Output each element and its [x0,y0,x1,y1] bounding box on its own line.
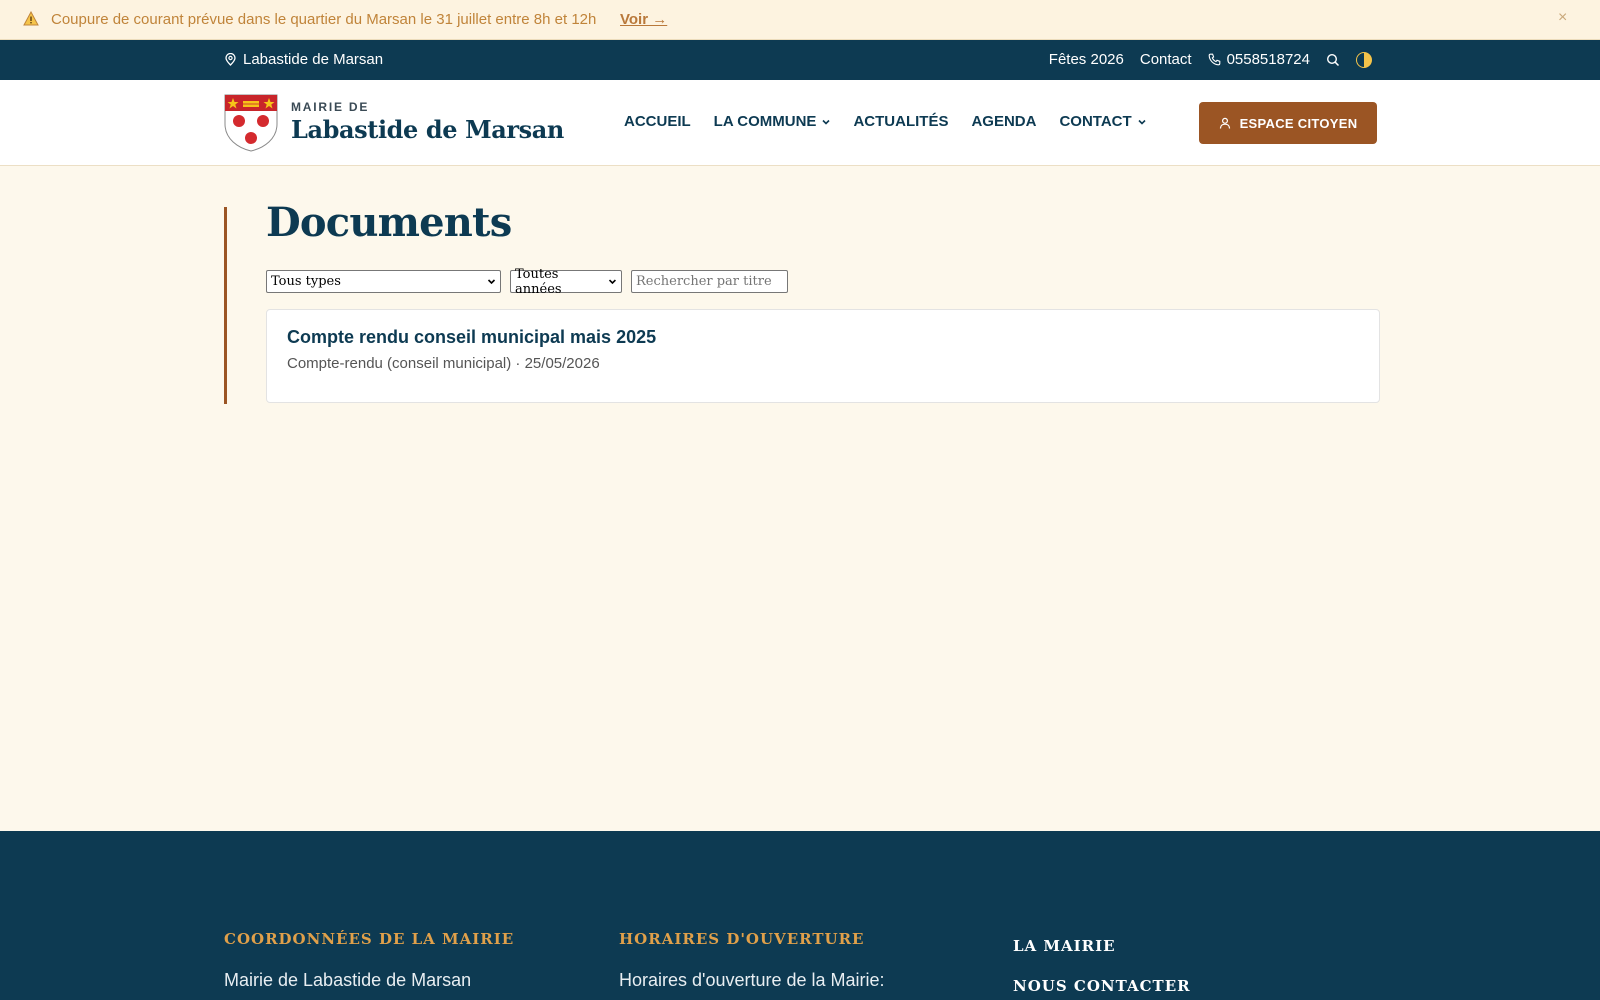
type-filter-value: Tous types [271,274,341,289]
type-filter-select[interactable]: Tous types [266,270,501,293]
documents-section: Documents Tous types Toutes années Compt… [224,199,1380,404]
nav-item-actualites[interactable]: ACTUALITÉS [853,113,948,130]
coat-of-arms-icon[interactable] [224,94,278,152]
year-filter-value: Toutes années [515,266,562,297]
alert-banner: Coupure de courant prévue dans le quarti… [0,0,1600,40]
chevron-down-icon [487,279,496,285]
nav-label: AGENDA [971,113,1037,130]
footer-address: Mairie de Labastide de Marsan [224,970,472,990]
top-bar-links: Fêtes 2026 Contact 0558518724 [1049,51,1372,68]
alert-link[interactable]: Voir → [620,11,667,28]
footer-link-mairie[interactable]: LA MAIRIE [1013,937,1116,955]
chevron-down-icon [609,279,617,285]
footer-heading-contact: COORDONNÉES DE LA MAIRIE [224,930,515,948]
alert-message: Coupure de courant prévue dans le quarti… [51,11,597,28]
location-label: Labastide de Marsan [243,51,384,68]
top-link-contact[interactable]: Contact [1140,51,1192,68]
nav-item-agenda[interactable]: AGENDA [971,113,1036,130]
user-icon [1219,117,1230,129]
document-card[interactable]: Compte rendu conseil municipal mais 2025… [266,309,1380,403]
warning-icon [23,11,39,26]
nav-label: ACCUEIL [624,113,691,130]
nav-label: CONTACT [1059,113,1132,130]
citizen-space-button[interactable]: ESPACE CITOYEN [1199,102,1377,144]
search-icon[interactable] [1326,53,1340,67]
year-filter-select[interactable]: Toutes années [510,267,622,297]
top-link-fetes[interactable]: Fêtes 2026 [1049,51,1124,68]
top-bar: Labastide de Marsan Fêtes 2026 Contact 0… [0,40,1600,80]
nav-item-accueil[interactable]: ACCUEIL [624,113,691,130]
location: Labastide de Marsan [225,51,383,68]
nav-item-contact[interactable]: CONTACT [1059,113,1146,130]
document-meta: Compte-rendu (conseil municipal) · 25/05… [287,355,600,372]
nav-item-la-commune[interactable]: LA COMMUNE [714,113,831,130]
chevron-down-icon [822,119,831,125]
brand-subtitle: MAIRIE DE [291,100,370,114]
page-title: Documents [266,199,512,246]
nav-label: ACTUALITÉS [853,113,949,130]
document-filters: Tous types Toutes années [266,267,788,297]
phone-icon [1208,53,1220,66]
main-nav: ACCUEIL LA COMMUNE ACTUALITÉS AGENDA CON… [624,113,1169,130]
site-header: MAIRIE DE Labastide de Marsan ACCUEIL LA… [0,80,1600,166]
title-search-input[interactable] [631,270,788,293]
phone-number: 0558518724 [1226,51,1310,68]
map-pin-icon [225,53,236,66]
nav-label: LA COMMUNE [713,113,817,130]
site-footer: COORDONNÉES DE LA MAIRIE Mairie de Labas… [0,831,1600,1000]
footer-link-contact[interactable]: NOUS CONTACTER [1013,977,1191,995]
brand-title[interactable]: Labastide de Marsan [291,115,564,144]
phone-link[interactable]: 0558518724 [1208,51,1310,68]
citizen-space-label: ESPACE CITOYEN [1239,115,1358,131]
chevron-down-icon [1138,119,1146,125]
close-icon[interactable]: × [1558,9,1567,27]
footer-hours-text: Horaires d'ouverture de la Mairie: [619,970,885,990]
document-title[interactable]: Compte rendu conseil municipal mais 2025 [287,327,656,348]
footer-heading-hours: HORAIRES D'OUVERTURE [619,930,865,948]
theme-toggle-icon[interactable] [1356,51,1372,68]
